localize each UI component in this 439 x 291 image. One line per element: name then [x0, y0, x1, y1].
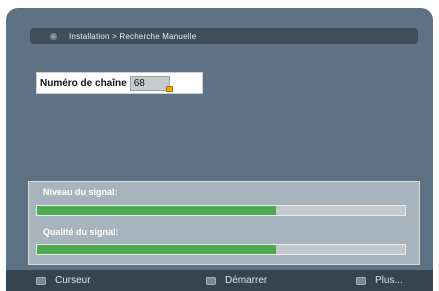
hint-start[interactable]: Démarrer [206, 275, 267, 286]
menu-icon [50, 32, 57, 40]
signal-level-fill [37, 206, 277, 215]
edit-cursor-icon [165, 85, 173, 92]
signal-level-bar [36, 205, 406, 216]
ok-icon [206, 276, 216, 285]
more-icon [356, 276, 366, 285]
signal-quality-bar [36, 244, 406, 255]
signal-quality-label: Qualité du signal: [43, 227, 119, 237]
signal-panel: Niveau du signal: Qualité du signal: [28, 181, 420, 265]
hint-more[interactable]: Plus... [356, 275, 403, 286]
channel-number-value: 68 [133, 77, 145, 89]
hint-start-label: Démarrer [225, 275, 268, 286]
title-bar: Installation > Recherche Manuelle [30, 28, 418, 44]
navigate-icon [36, 276, 46, 285]
signal-quality-fill [37, 245, 277, 254]
tv-menu-screen: Installation > Recherche Manuelle Numéro… [6, 8, 433, 291]
channel-number-field[interactable]: Numéro de chaîne 68 [36, 72, 203, 94]
breadcrumb: Installation > Recherche Manuelle [69, 31, 197, 41]
hint-cursor-label: Curseur [55, 275, 91, 286]
hint-more-label: Plus... [375, 275, 403, 286]
channel-number-label: Numéro de chaîne [40, 77, 127, 89]
hint-cursor[interactable]: Curseur [36, 275, 91, 286]
signal-level-label: Niveau du signal: [43, 187, 118, 197]
button-hint-bar: Curseur Démarrer Plus... [6, 270, 433, 291]
channel-number-input[interactable]: 68 [129, 75, 173, 92]
